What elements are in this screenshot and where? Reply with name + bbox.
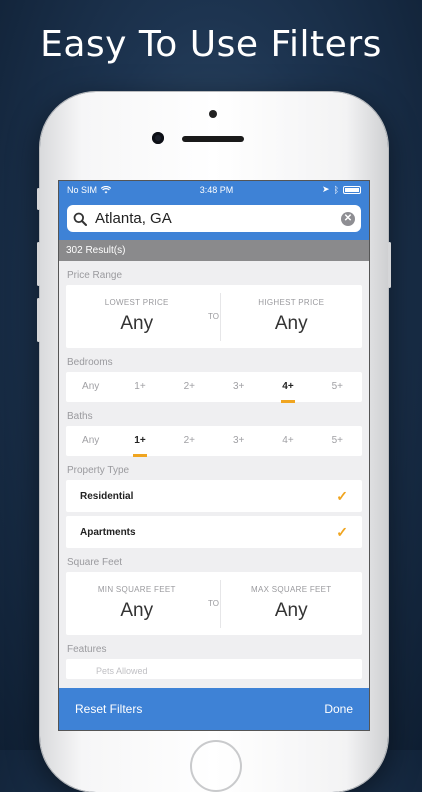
features-label: Features xyxy=(67,644,107,655)
volume-up-button xyxy=(37,242,40,286)
property-type-apartments-label: Apartments xyxy=(80,526,136,538)
bedrooms-option-4[interactable]: 4+ xyxy=(263,372,312,403)
price-range-card: LOWEST PRICE Any TO HIGHEST PRICE Any xyxy=(66,285,362,348)
property-type-residential[interactable]: Residential ✓ xyxy=(66,480,362,512)
phone-frame: No SIM 3:48 PM ➤ ᛒ ✕ xyxy=(37,92,391,792)
bedrooms-selector: Any 1+ 2+ 3+ 4+ 5+ xyxy=(66,372,362,403)
status-bar: No SIM 3:48 PM ➤ ᛒ xyxy=(59,181,369,198)
property-type-apartments[interactable]: Apartments ✓ xyxy=(66,516,362,548)
min-square-feet-value: Any xyxy=(120,600,154,621)
square-feet-card: MIN SQUARE FEET Any TO MAX SQUARE FEET A… xyxy=(66,572,362,635)
promo-headline: Easy To Use Filters xyxy=(40,24,382,65)
clock: 3:48 PM xyxy=(199,184,234,195)
volume-down-button xyxy=(37,298,40,342)
highest-price-value: Any xyxy=(274,313,308,334)
location-arrow-icon: ➤ xyxy=(322,184,330,194)
app-screen: No SIM 3:48 PM ➤ ᛒ ✕ xyxy=(58,180,370,731)
feature-item-pets[interactable]: Pets Allowed xyxy=(66,659,362,679)
search-input[interactable] xyxy=(93,209,341,228)
lowest-price-label: LOWEST PRICE xyxy=(104,298,169,307)
max-square-feet-picker[interactable]: MAX SQUARE FEET Any xyxy=(221,585,363,622)
price-to-label: TO xyxy=(208,312,219,321)
search-icon xyxy=(73,212,87,226)
mute-switch xyxy=(37,188,40,210)
bedrooms-option-any[interactable]: Any xyxy=(66,372,115,402)
bedrooms-option-1[interactable]: 1+ xyxy=(115,372,164,402)
price-range-label: Price Range xyxy=(67,270,123,281)
highest-price-label: HIGHEST PRICE xyxy=(258,298,325,307)
square-feet-label: Square Feet xyxy=(67,557,123,568)
bedrooms-option-5[interactable]: 5+ xyxy=(313,372,362,402)
min-square-feet-picker[interactable]: MIN SQUARE FEET Any xyxy=(66,585,208,622)
highest-price-picker[interactable]: HIGHEST PRICE Any xyxy=(221,298,363,335)
search-bar: ✕ xyxy=(59,198,369,240)
max-square-feet-label: MAX SQUARE FEET xyxy=(250,585,332,594)
bedrooms-option-2[interactable]: 2+ xyxy=(165,372,214,402)
min-square-feet-label: MIN SQUARE FEET xyxy=(97,585,176,594)
bluetooth-icon: ᛒ xyxy=(333,184,339,195)
checkmark-icon: ✓ xyxy=(336,523,348,540)
reset-filters-button[interactable]: Reset Filters xyxy=(75,702,142,716)
baths-option-5[interactable]: 5+ xyxy=(313,426,362,456)
search-box[interactable]: ✕ xyxy=(67,205,361,232)
baths-selector: Any 1+ 2+ 3+ 4+ 5+ xyxy=(66,426,362,457)
feature-item-pets-label: Pets Allowed xyxy=(96,666,148,676)
front-camera xyxy=(152,132,164,144)
baths-option-any[interactable]: Any xyxy=(66,426,115,456)
baths-option-4[interactable]: 4+ xyxy=(263,426,312,456)
bedrooms-option-3[interactable]: 3+ xyxy=(214,372,263,402)
property-type-label: Property Type xyxy=(67,465,130,476)
baths-label: Baths xyxy=(67,411,93,422)
property-type-residential-label: Residential xyxy=(80,490,134,502)
bottom-toolbar: Reset Filters Done xyxy=(59,688,369,730)
clear-search-icon[interactable]: ✕ xyxy=(341,211,355,226)
battery-icon xyxy=(343,185,361,194)
proximity-sensor xyxy=(209,110,217,118)
home-button[interactable] xyxy=(190,740,242,792)
baths-option-2[interactable]: 2+ xyxy=(165,426,214,456)
bedrooms-label: Bedrooms xyxy=(67,357,113,368)
power-button xyxy=(388,242,391,288)
baths-option-3[interactable]: 3+ xyxy=(214,426,263,456)
lowest-price-picker[interactable]: LOWEST PRICE Any xyxy=(66,298,208,335)
earpiece-speaker xyxy=(182,136,244,142)
lowest-price-value: Any xyxy=(120,313,154,334)
checkmark-icon: ✓ xyxy=(336,487,348,504)
square-feet-to-label: TO xyxy=(208,599,219,608)
carrier-label: No SIM xyxy=(67,184,98,195)
max-square-feet-value: Any xyxy=(274,600,308,621)
done-button[interactable]: Done xyxy=(324,702,353,716)
baths-option-1[interactable]: 1+ xyxy=(115,426,164,457)
wifi-icon xyxy=(101,185,112,193)
results-count: 302 Result(s) xyxy=(59,240,369,261)
